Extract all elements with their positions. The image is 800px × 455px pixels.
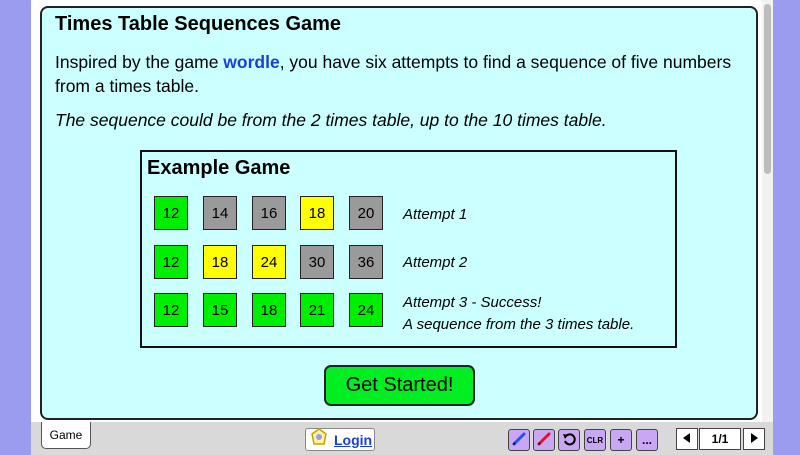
attempt-2-label: Attempt 2 <box>403 254 468 271</box>
tile: 12 <box>154 245 188 279</box>
red-pen-icon <box>537 432 551 449</box>
undo-button[interactable] <box>558 429 580 451</box>
intro-text-start: Inspired by the game <box>55 52 224 72</box>
undo-icon <box>562 432 576 449</box>
wordle-link[interactable]: wordle <box>223 52 279 72</box>
attempt-1-label: Attempt 1 <box>403 206 468 223</box>
tile: 18 <box>252 293 286 327</box>
attempt-3-note: A sequence from the 3 times table. <box>403 316 635 333</box>
next-page-button[interactable] <box>743 428 765 450</box>
page-indicator: 1/1 <box>699 428 741 450</box>
example-title: Example Game <box>147 157 291 179</box>
tile: 18 <box>203 245 237 279</box>
tile: 21 <box>300 293 334 327</box>
tile: 16 <box>252 196 286 230</box>
triangle-left-icon <box>682 430 692 448</box>
blue-pen-icon <box>512 432 526 449</box>
attempt-3-label: Attempt 3 - Success! <box>403 294 542 311</box>
bottom-toolbar <box>31 422 773 455</box>
scrollbar-thumb[interactable] <box>764 4 771 174</box>
tile: 12 <box>154 196 188 230</box>
page-title: Times Table Sequences Game <box>55 13 342 35</box>
tile: 20 <box>349 196 383 230</box>
tile: 24 <box>349 293 383 327</box>
login-button[interactable]: Login <box>305 428 375 451</box>
logo-icon <box>310 428 328 451</box>
prev-page-button[interactable] <box>676 428 698 450</box>
tile: 12 <box>154 293 188 327</box>
tile: 30 <box>300 245 334 279</box>
triangle-right-icon <box>749 430 759 448</box>
tile: 24 <box>252 245 286 279</box>
intro-text: Inspired by the game wordle, you have si… <box>55 50 745 98</box>
more-button[interactable]: ... <box>636 429 658 451</box>
get-started-button[interactable]: Get Started! <box>324 365 475 406</box>
blue-pen-button[interactable] <box>508 429 530 451</box>
range-note: The sequence could be from the 2 times t… <box>55 110 607 130</box>
tile: 14 <box>203 196 237 230</box>
add-button[interactable]: + <box>610 429 632 451</box>
red-pen-button[interactable] <box>533 429 555 451</box>
tile: 18 <box>300 196 334 230</box>
tab-game[interactable]: Game <box>41 422 91 449</box>
clear-button[interactable]: CLR <box>584 429 606 451</box>
login-label: Login <box>334 431 373 448</box>
tile: 36 <box>349 245 383 279</box>
tile: 15 <box>203 293 237 327</box>
